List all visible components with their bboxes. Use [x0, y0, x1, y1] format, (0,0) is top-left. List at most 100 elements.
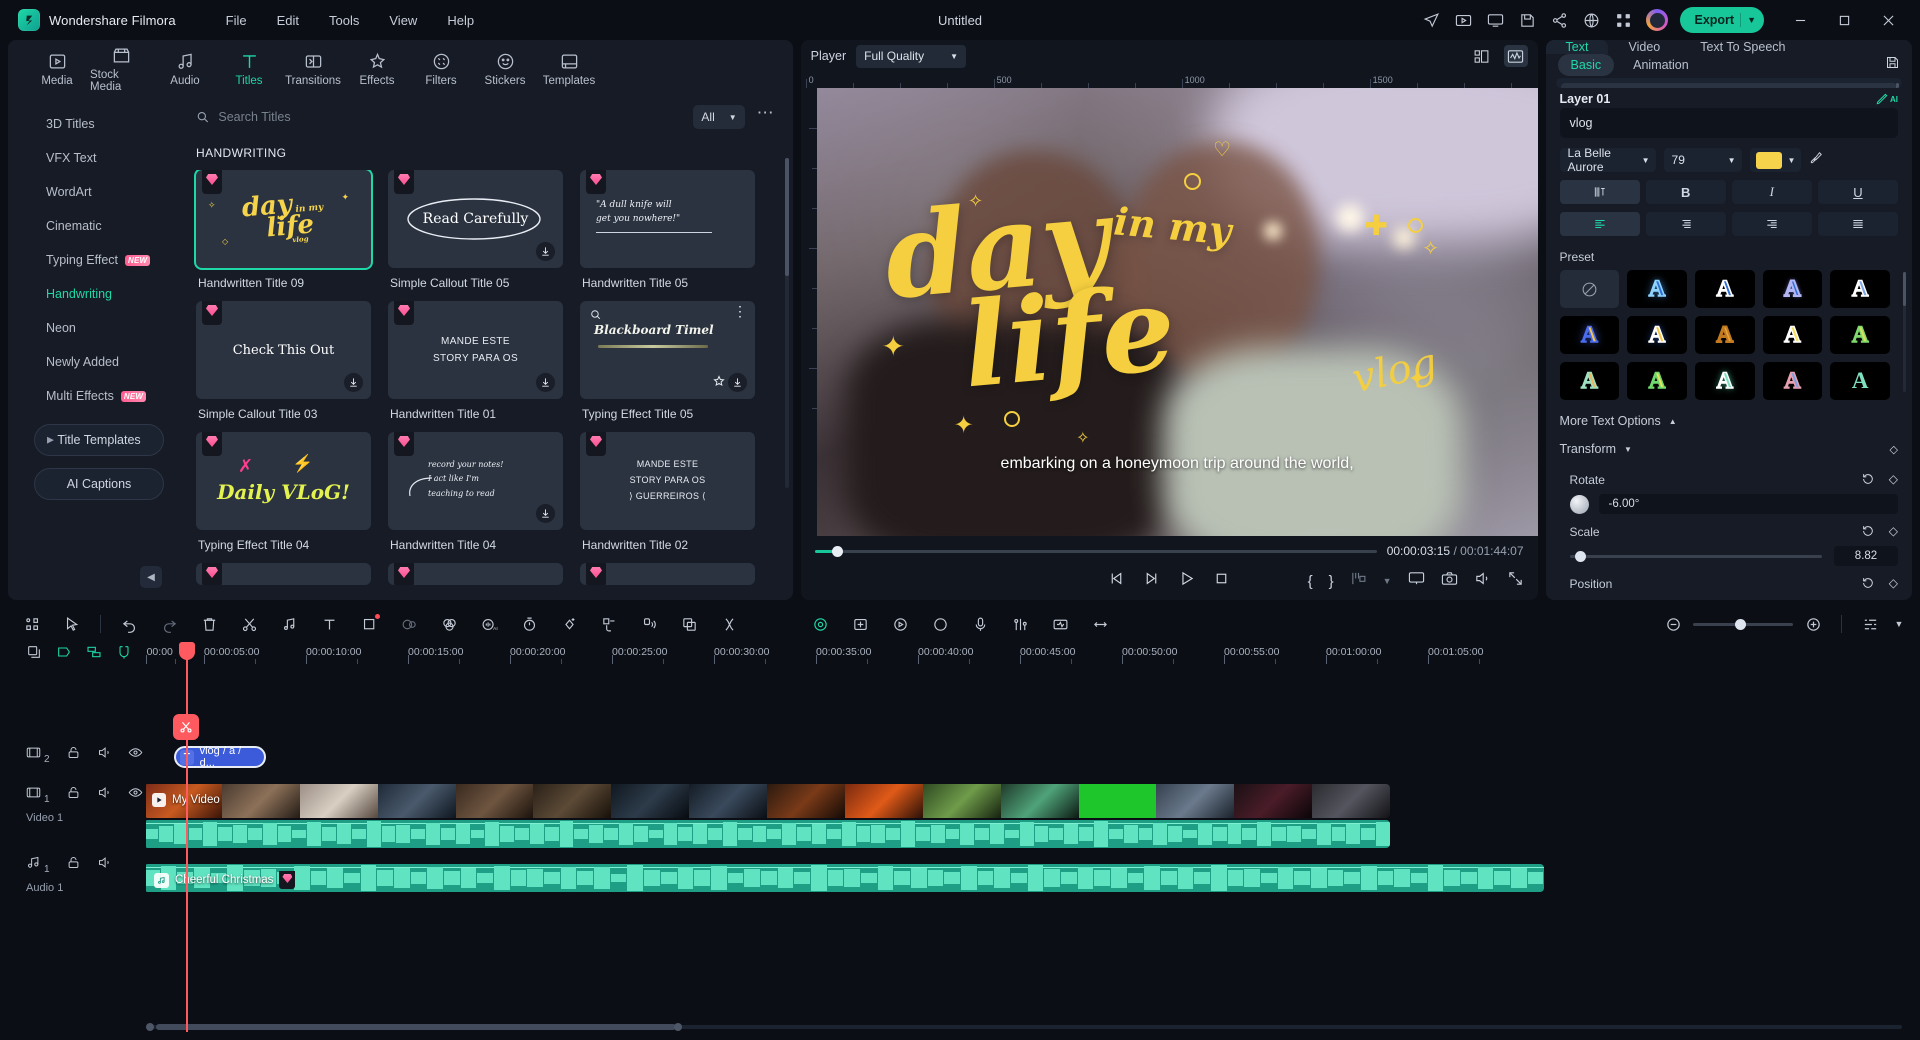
- mode-media[interactable]: Media: [26, 48, 88, 91]
- title-thumbnail[interactable]: Check This Out: [196, 301, 371, 399]
- title-thumbnail[interactable]: ⋮ Blackboard Timel: [580, 301, 755, 399]
- lock-icon[interactable]: [66, 745, 81, 765]
- italic-button[interactable]: I: [1731, 180, 1812, 204]
- mode-stock-media[interactable]: Stock Media: [90, 42, 152, 97]
- menu-help[interactable]: Help: [433, 8, 488, 33]
- maximize-icon[interactable]: [1822, 4, 1866, 36]
- card-menu-icon[interactable]: ⋮: [733, 304, 747, 318]
- chevron-down-icon[interactable]: ▼: [1890, 610, 1908, 638]
- timeline-settings-icon[interactable]: [1850, 610, 1890, 638]
- overlay-title[interactable]: dayin my life: [879, 170, 1238, 414]
- font-family-dropdown[interactable]: La Belle Aurore ▼: [1559, 146, 1656, 174]
- align-justify-button[interactable]: [1817, 212, 1898, 236]
- save-icon[interactable]: [1512, 6, 1542, 34]
- mode-audio[interactable]: Audio: [154, 48, 216, 91]
- title-card[interactable]: MANDE ESTE STORY PARA OS Handwritten Titl…: [388, 301, 563, 422]
- preset-item[interactable]: A: [1830, 362, 1890, 400]
- preset-item[interactable]: A: [1762, 270, 1823, 308]
- favorite-star-icon[interactable]: [713, 374, 725, 392]
- playhead[interactable]: [173, 642, 199, 1032]
- mode-templates[interactable]: Templates: [538, 48, 600, 91]
- eyedropper-icon[interactable]: [1809, 151, 1823, 170]
- title-card[interactable]: [388, 563, 563, 586]
- category-wordart[interactable]: WordArt: [8, 176, 186, 208]
- preset-item[interactable]: A: [1627, 316, 1687, 354]
- preset-item[interactable]: A: [1762, 362, 1823, 400]
- preset-scrollbar[interactable]: [1903, 272, 1906, 392]
- category-newly-added[interactable]: Newly Added: [8, 346, 186, 378]
- auto-ripple-icon[interactable]: [86, 644, 102, 665]
- text-spacing-button[interactable]: [1559, 180, 1640, 204]
- mode-titles[interactable]: Titles: [218, 48, 280, 91]
- mute-icon[interactable]: [97, 855, 112, 875]
- mode-filters[interactable]: Filters: [410, 48, 472, 91]
- play-icon[interactable]: [1178, 570, 1195, 592]
- title-card[interactable]: record your notes! I act like I'm teaching…: [388, 432, 563, 553]
- share-icon[interactable]: [1544, 6, 1574, 34]
- next-frame-icon[interactable]: [1143, 570, 1160, 592]
- category-cinematic[interactable]: Cinematic: [8, 210, 186, 242]
- title-thumbnail[interactable]: MANDE ESTE STORY PARA OS ⟩ GUERREIROS ⟨: [580, 432, 755, 530]
- ai-edit-icon[interactable]: AI: [1875, 92, 1898, 106]
- zoom-in-icon[interactable]: [1793, 610, 1833, 638]
- motion-tracking-icon[interactable]: [840, 610, 880, 638]
- timeline-ruler[interactable]: 00:00:00 00:00:05:00 00:00:10:00 00:00:1…: [146, 642, 1912, 666]
- category-handwriting[interactable]: Handwriting: [8, 278, 186, 310]
- tab-text[interactable]: Text: [1545, 40, 1609, 54]
- video-clip[interactable]: My Video: [146, 784, 1390, 818]
- more-options-icon[interactable]: ⋯: [753, 103, 779, 131]
- more-text-options[interactable]: More Text Options ▲: [1546, 400, 1912, 428]
- search-box[interactable]: [196, 110, 686, 124]
- seek-slider[interactable]: [814, 545, 1377, 557]
- stop-icon[interactable]: [1213, 570, 1230, 592]
- ai-captions-button[interactable]: AI Captions: [34, 468, 164, 500]
- preset-none[interactable]: [1559, 270, 1620, 308]
- font-color-dropdown[interactable]: ▼: [1749, 148, 1802, 172]
- minimize-icon[interactable]: [1778, 4, 1822, 36]
- rotate-control[interactable]: -6.00°: [1569, 494, 1898, 514]
- chevron-down-icon[interactable]: ▼: [1624, 445, 1632, 454]
- video-preview[interactable]: dayin my life vlog embarking on a honeym…: [816, 88, 1538, 536]
- mute-icon[interactable]: [97, 785, 112, 805]
- color-swatch[interactable]: [1755, 151, 1782, 169]
- align-left-button[interactable]: [1559, 212, 1640, 236]
- audio-mixer-icon[interactable]: [1000, 610, 1040, 638]
- title-thumbnail[interactable]: [388, 563, 563, 585]
- timeline-horizontal-scrollbar[interactable]: [146, 1023, 1902, 1031]
- mute-icon[interactable]: [97, 745, 112, 765]
- waveform-scope-icon[interactable]: [1503, 45, 1528, 67]
- export-chevron-down-icon[interactable]: ▼: [1747, 15, 1756, 25]
- video-audio-waveform[interactable]: [146, 820, 1390, 848]
- title-thumbnail[interactable]: [580, 563, 755, 585]
- menu-file[interactable]: File: [212, 8, 261, 33]
- text-content-input[interactable]: vlog: [1559, 108, 1898, 138]
- zoom-slider[interactable]: [1693, 618, 1793, 630]
- preset-item[interactable]: A: [1830, 316, 1890, 354]
- apps-grid-icon[interactable]: [1608, 6, 1638, 34]
- seek-knob[interactable]: [831, 545, 843, 557]
- rotate-dial[interactable]: [1569, 494, 1589, 514]
- text-layer-item[interactable]: Layer 01: [1560, 83, 1897, 88]
- preset-item[interactable]: A: [1694, 316, 1755, 354]
- magnet-icon[interactable]: [116, 644, 132, 665]
- adjust-duration-icon[interactable]: [1080, 610, 1120, 638]
- download-icon[interactable]: [344, 373, 363, 392]
- category-neon[interactable]: Neon: [8, 312, 186, 344]
- menu-edit[interactable]: Edit: [263, 8, 313, 33]
- save-preset-icon[interactable]: [1885, 55, 1900, 75]
- title-card[interactable]: day in my life vlog ✧ ✦ ◇ Handwritten Titl…: [196, 170, 371, 291]
- library-scrollbar[interactable]: [784, 158, 789, 488]
- preset-item[interactable]: A: [1627, 270, 1687, 308]
- reset-position-icon[interactable]: [1862, 576, 1875, 592]
- mode-effects[interactable]: Effects: [346, 48, 408, 91]
- scale-value[interactable]: 8.82: [1834, 546, 1898, 566]
- grid-layout-icon[interactable]: [1470, 45, 1494, 67]
- layer-scrollbar[interactable]: [1896, 83, 1899, 88]
- reset-scale-icon[interactable]: [1862, 524, 1875, 540]
- title-card[interactable]: [580, 563, 755, 586]
- split-at-playhead-button[interactable]: [173, 714, 199, 740]
- sound-effect-icon[interactable]: [1040, 610, 1080, 638]
- marker-icon[interactable]: [56, 644, 72, 665]
- lock-icon[interactable]: [66, 785, 81, 805]
- title-card[interactable]: Read Carefully Simple Callout Title 05: [388, 170, 563, 291]
